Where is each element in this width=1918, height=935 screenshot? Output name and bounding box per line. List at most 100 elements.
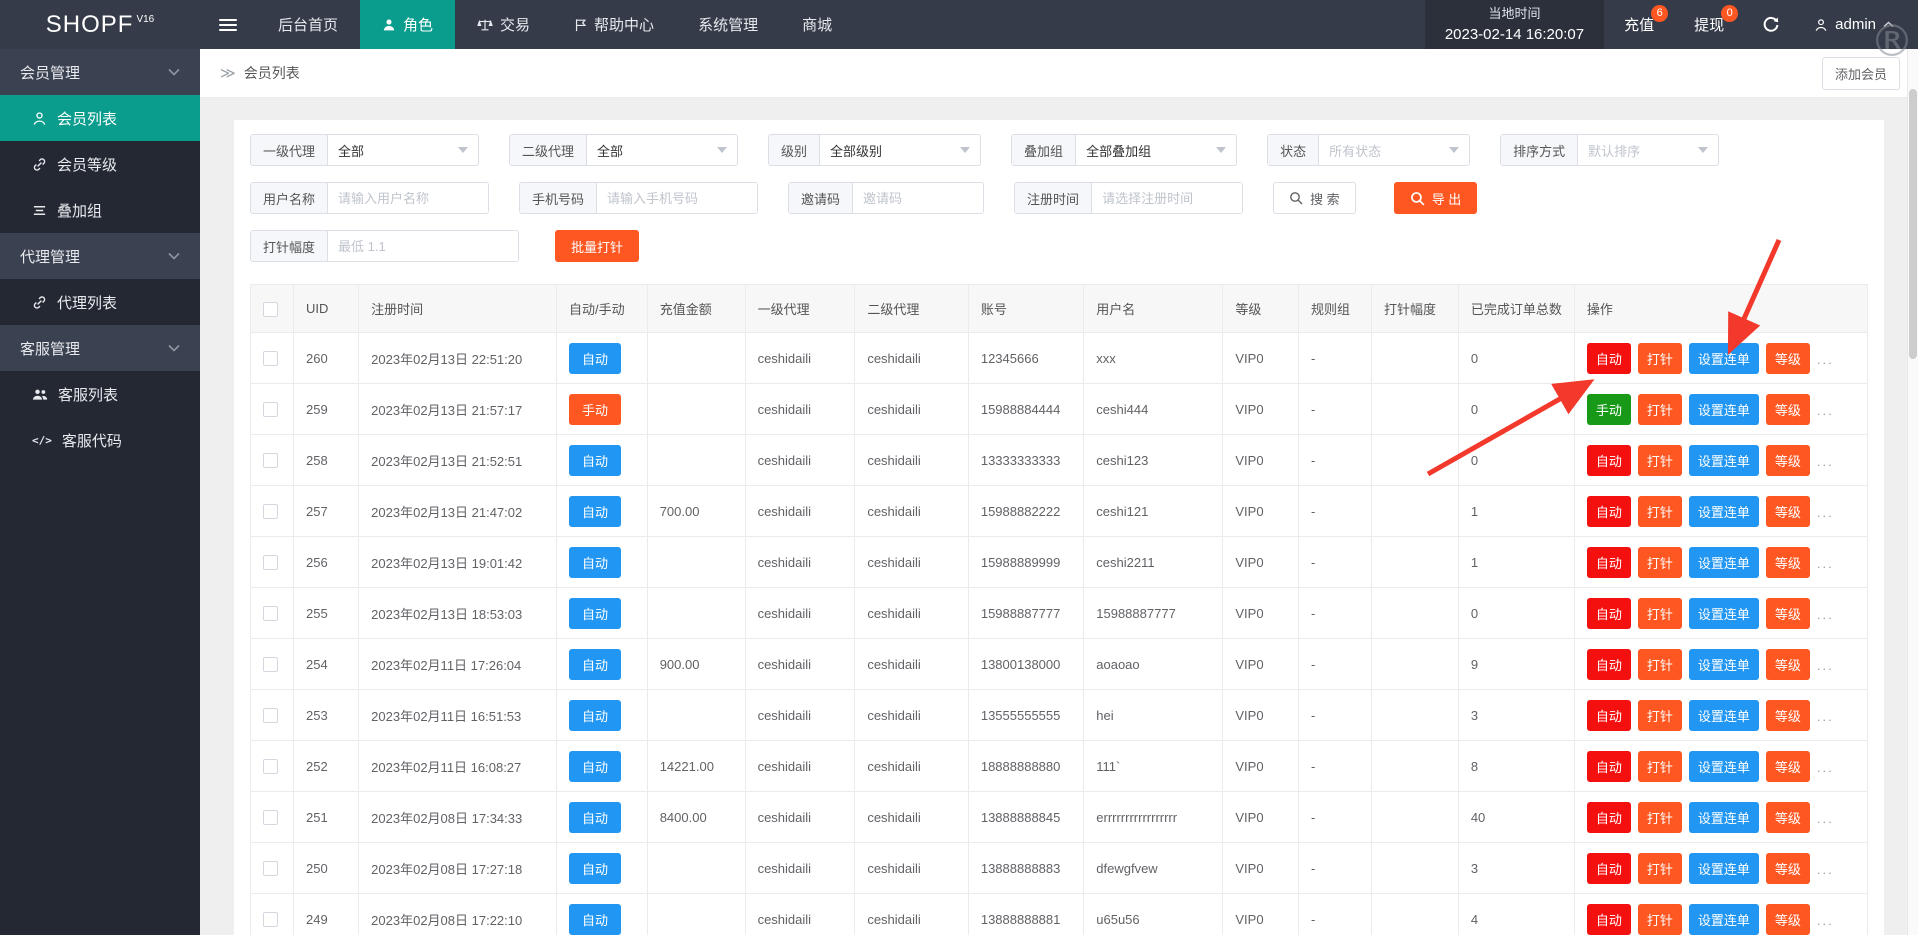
set-chain-order-button[interactable]: 设置连单 bbox=[1689, 802, 1759, 833]
phone-input[interactable] bbox=[597, 183, 757, 213]
set-chain-order-button[interactable]: 设置连单 bbox=[1689, 445, 1759, 476]
search-button[interactable]: 搜 索 bbox=[1273, 182, 1356, 214]
mode-toggle-button[interactable]: 自动 bbox=[1587, 598, 1631, 629]
more-actions[interactable]: ... bbox=[1817, 403, 1834, 418]
sidebar-item-member-level[interactable]: 会员等级 bbox=[0, 141, 200, 187]
mode-toggle-button[interactable]: 自动 bbox=[1587, 343, 1631, 374]
set-chain-order-button[interactable]: 设置连单 bbox=[1689, 649, 1759, 680]
select-all-checkbox[interactable] bbox=[263, 302, 278, 317]
pin-button[interactable]: 打针 bbox=[1638, 751, 1682, 782]
nav-item-help-center[interactable]: 帮助中心 bbox=[552, 0, 676, 49]
pin-button[interactable]: 打针 bbox=[1638, 547, 1682, 578]
level-button[interactable]: 等级 bbox=[1766, 700, 1810, 731]
level-button[interactable]: 等级 bbox=[1766, 547, 1810, 578]
nav-item-trade[interactable]: 交易 bbox=[455, 0, 552, 49]
more-actions[interactable]: ... bbox=[1817, 760, 1834, 775]
add-member-button[interactable]: 添加会员 bbox=[1822, 57, 1900, 90]
mode-toggle-button[interactable]: 自动 bbox=[1587, 700, 1631, 731]
row-checkbox[interactable] bbox=[263, 759, 278, 774]
scrollbar-thumb[interactable] bbox=[1909, 89, 1917, 359]
set-chain-order-button[interactable]: 设置连单 bbox=[1689, 853, 1759, 884]
pin-button[interactable]: 打针 bbox=[1638, 343, 1682, 374]
sort-select[interactable]: 默认排序 bbox=[1578, 135, 1718, 165]
pin-button[interactable]: 打针 bbox=[1638, 394, 1682, 425]
pin-button[interactable]: 打针 bbox=[1638, 802, 1682, 833]
mode-toggle-button[interactable]: 自动 bbox=[1587, 853, 1631, 884]
set-chain-order-button[interactable]: 设置连单 bbox=[1689, 904, 1759, 935]
row-checkbox[interactable] bbox=[263, 453, 278, 468]
set-chain-order-button[interactable]: 设置连单 bbox=[1689, 598, 1759, 629]
admin-menu[interactable]: admin bbox=[1798, 0, 1918, 49]
sidebar-group-member-management[interactable]: 会员管理 bbox=[0, 49, 200, 95]
pin-button[interactable]: 打针 bbox=[1638, 445, 1682, 476]
row-checkbox[interactable] bbox=[263, 504, 278, 519]
pin-button[interactable]: 打针 bbox=[1638, 904, 1682, 935]
pin-button[interactable]: 打针 bbox=[1638, 853, 1682, 884]
row-checkbox[interactable] bbox=[263, 912, 278, 927]
sidebar-item-service-list[interactable]: 客服列表 bbox=[0, 371, 200, 417]
level-button[interactable]: 等级 bbox=[1766, 751, 1810, 782]
level-button[interactable]: 等级 bbox=[1766, 598, 1810, 629]
level-button[interactable]: 等级 bbox=[1766, 445, 1810, 476]
mode-toggle-button[interactable]: 自动 bbox=[1587, 649, 1631, 680]
more-actions[interactable]: ... bbox=[1817, 913, 1834, 928]
row-checkbox[interactable] bbox=[263, 810, 278, 825]
more-actions[interactable]: ... bbox=[1817, 505, 1834, 520]
pin-button[interactable]: 打针 bbox=[1638, 496, 1682, 527]
mode-toggle-button[interactable]: 手动 bbox=[1587, 394, 1631, 425]
mode-toggle-button[interactable]: 自动 bbox=[1587, 751, 1631, 782]
more-actions[interactable]: ... bbox=[1817, 607, 1834, 622]
page-scrollbar[interactable] bbox=[1907, 49, 1918, 935]
reg-time-input[interactable] bbox=[1092, 183, 1242, 213]
more-actions[interactable]: ... bbox=[1817, 454, 1834, 469]
status-select[interactable]: 所有状态 bbox=[1319, 135, 1469, 165]
pin-button[interactable]: 打针 bbox=[1638, 700, 1682, 731]
level-button[interactable]: 等级 bbox=[1766, 802, 1810, 833]
sidebar-item-service-code[interactable]: </> 客服代码 bbox=[0, 417, 200, 463]
sidebar-item-member-list[interactable]: 会员列表 bbox=[0, 95, 200, 141]
row-checkbox[interactable] bbox=[263, 657, 278, 672]
more-actions[interactable]: ... bbox=[1817, 709, 1834, 724]
more-actions[interactable]: ... bbox=[1817, 862, 1834, 877]
mode-toggle-button[interactable]: 自动 bbox=[1587, 547, 1631, 578]
withdraw-button[interactable]: 提现 0 bbox=[1674, 0, 1744, 49]
nav-item-system[interactable]: 系统管理 bbox=[676, 0, 780, 49]
set-chain-order-button[interactable]: 设置连单 bbox=[1689, 751, 1759, 782]
batch-pin-button[interactable]: 批量打针 bbox=[555, 230, 639, 262]
row-checkbox[interactable] bbox=[263, 351, 278, 366]
set-chain-order-button[interactable]: 设置连单 bbox=[1689, 700, 1759, 731]
stack-group-select[interactable]: 全部叠加组 bbox=[1076, 135, 1236, 165]
mode-toggle-button[interactable]: 自动 bbox=[1587, 445, 1631, 476]
pin-range-input[interactable] bbox=[328, 231, 518, 261]
set-chain-order-button[interactable]: 设置连单 bbox=[1689, 394, 1759, 425]
username-input[interactable] bbox=[328, 183, 488, 213]
level-button[interactable]: 等级 bbox=[1766, 496, 1810, 527]
agent1-select[interactable]: 全部 bbox=[328, 135, 478, 165]
level-select[interactable]: 全部级别 bbox=[820, 135, 980, 165]
agent2-select[interactable]: 全部 bbox=[587, 135, 737, 165]
set-chain-order-button[interactable]: 设置连单 bbox=[1689, 547, 1759, 578]
row-checkbox[interactable] bbox=[263, 708, 278, 723]
mode-toggle-button[interactable]: 自动 bbox=[1587, 496, 1631, 527]
sidebar-item-agent-list[interactable]: 代理列表 bbox=[0, 279, 200, 325]
sidebar-group-agent-management[interactable]: 代理管理 bbox=[0, 233, 200, 279]
sidebar-item-stack-group[interactable]: 叠加组 bbox=[0, 187, 200, 233]
pin-button[interactable]: 打针 bbox=[1638, 649, 1682, 680]
mode-toggle-button[interactable]: 自动 bbox=[1587, 904, 1631, 935]
set-chain-order-button[interactable]: 设置连单 bbox=[1689, 343, 1759, 374]
row-checkbox[interactable] bbox=[263, 606, 278, 621]
set-chain-order-button[interactable]: 设置连单 bbox=[1689, 496, 1759, 527]
export-button[interactable]: 导 出 bbox=[1394, 182, 1478, 214]
more-actions[interactable]: ... bbox=[1817, 352, 1834, 367]
sidebar-group-service-management[interactable]: 客服管理 bbox=[0, 325, 200, 371]
row-checkbox[interactable] bbox=[263, 555, 278, 570]
row-checkbox[interactable] bbox=[263, 402, 278, 417]
more-actions[interactable]: ... bbox=[1817, 658, 1834, 673]
refresh-button[interactable] bbox=[1744, 0, 1798, 49]
menu-toggle-button[interactable] bbox=[200, 0, 256, 49]
level-button[interactable]: 等级 bbox=[1766, 904, 1810, 935]
nav-item-mall[interactable]: 商城 bbox=[780, 0, 854, 49]
nav-item-dashboard[interactable]: 后台首页 bbox=[256, 0, 360, 49]
pin-button[interactable]: 打针 bbox=[1638, 598, 1682, 629]
level-button[interactable]: 等级 bbox=[1766, 853, 1810, 884]
